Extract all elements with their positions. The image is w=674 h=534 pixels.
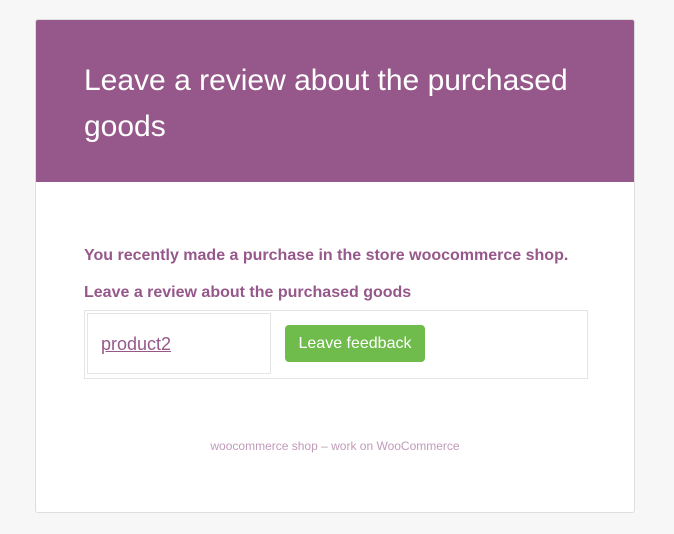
product-table: product2 Leave feedback [84, 310, 588, 379]
product-link[interactable]: product2 [101, 334, 171, 354]
product-name-cell: product2 [87, 313, 271, 374]
header-title: Leave a review about the purchased goods [84, 64, 568, 143]
purchase-intro-text: You recently made a purchase in the stor… [84, 247, 569, 264]
leave-feedback-button[interactable]: Leave feedback [285, 325, 425, 362]
footer-text: woocommerce shop – work on WooCommerce [210, 439, 460, 453]
email-header: Leave a review about the purchased goods [36, 20, 634, 182]
review-subheading: Leave a review about the purchased goods [84, 284, 412, 301]
email-card: Leave a review about the purchased goods… [35, 19, 635, 513]
